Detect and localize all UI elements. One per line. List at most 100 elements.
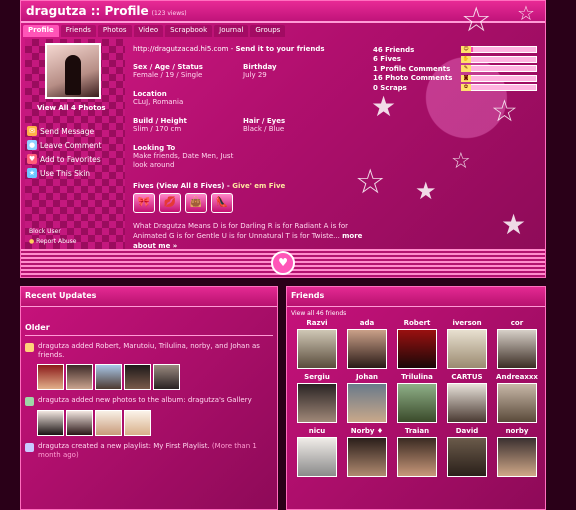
tab-scrapbook[interactable]: Scrapbook xyxy=(165,25,213,37)
looking-to-label: Looking To xyxy=(133,144,176,152)
decorative-star-icon: ☆ xyxy=(461,0,492,40)
tab-profile[interactable]: Profile xyxy=(23,25,59,37)
friend-thumbnail[interactable] xyxy=(95,364,122,390)
album-thumbnail[interactable] xyxy=(95,410,122,436)
leave-comment-button[interactable]: ● Leave Comment xyxy=(27,138,123,152)
friend-photo[interactable] xyxy=(497,383,537,423)
friend-name: Sergiu xyxy=(304,373,330,381)
friend-thumbnail[interactable] xyxy=(153,364,180,390)
friends-icon xyxy=(25,343,34,352)
skin-badge-icon[interactable]: ♥ xyxy=(271,251,295,275)
album-thumbnail[interactable] xyxy=(37,410,64,436)
recent-updates-panel: Recent Updates Older dragutza added Robe… xyxy=(20,286,278,510)
stat-row[interactable]: 16 Photo Comments ◙ xyxy=(373,74,545,84)
tab-friends[interactable]: Friends xyxy=(60,25,96,37)
stat-row[interactable]: 6 Fives ✋ xyxy=(373,55,545,65)
friend-photo[interactable] xyxy=(397,437,437,477)
friend-photo[interactable] xyxy=(447,383,487,423)
friend-card[interactable]: Razvi xyxy=(295,319,339,369)
profile-photo[interactable] xyxy=(45,43,101,99)
friend-photo[interactable] xyxy=(397,329,437,369)
decorative-star-icon: ★ xyxy=(501,208,527,241)
friend-thumbnail[interactable] xyxy=(124,364,151,390)
friend-photo[interactable] xyxy=(347,383,387,423)
friend-photo[interactable] xyxy=(297,383,337,423)
album-thumbnail[interactable] xyxy=(66,410,93,436)
friend-card[interactable]: iverson xyxy=(445,319,489,369)
left-column: View All 4 Photos ✉ Send Message ● Leave C… xyxy=(25,39,125,249)
report-icon: ● xyxy=(29,238,35,245)
use-this-skin-button[interactable]: ★ Use This Skin xyxy=(27,166,123,180)
friend-photo[interactable] xyxy=(297,329,337,369)
friend-card[interactable]: Robert xyxy=(395,319,439,369)
bag-icon[interactable]: 👜 xyxy=(185,193,207,213)
friend-thumbnail[interactable] xyxy=(66,364,93,390)
friend-card[interactable]: David xyxy=(445,427,489,477)
update-text: dragutza added new photos to the album: … xyxy=(38,396,252,404)
send-message-button[interactable]: ✉ Send Message xyxy=(27,124,123,138)
friend-name: Trilulina xyxy=(401,373,433,381)
album-thumbnail[interactable] xyxy=(124,410,151,436)
profile-details: http://dragutzacad.hi5.com - Send it to … xyxy=(133,45,373,251)
stat-row[interactable]: 1 Profile Comments ✎ xyxy=(373,64,545,74)
decorative-star-icon: ☆ xyxy=(451,149,471,174)
bow-icon[interactable]: 🎀 xyxy=(133,193,155,213)
give-five-link[interactable]: Give' em Five xyxy=(232,182,285,190)
report-abuse-link[interactable]: ● Report Abuse xyxy=(29,237,77,247)
block-user-link[interactable]: Block User xyxy=(29,227,77,237)
shoe-icon[interactable]: 👠 xyxy=(211,193,233,213)
tab-journal[interactable]: Journal xyxy=(214,25,249,37)
friend-photo[interactable] xyxy=(397,383,437,423)
friend-card[interactable]: Traian xyxy=(395,427,439,477)
stat-row[interactable]: 46 Friends ☺ xyxy=(373,45,545,55)
friend-photo[interactable] xyxy=(447,329,487,369)
stat-row[interactable]: 0 Scraps ✿ xyxy=(373,83,545,93)
add-to-favorites-button[interactable]: ♥ Add to Favorites xyxy=(27,152,123,166)
friend-card[interactable]: Sergiu xyxy=(295,373,339,423)
friend-card[interactable]: Norby ♦ xyxy=(345,427,389,477)
update-item: dragutza added Robert, Marutoiu, Triluli… xyxy=(21,342,277,360)
fives-prefix: Fives xyxy=(133,182,154,190)
birthday: Birthday July 29 xyxy=(243,63,353,80)
friend-card[interactable]: nicu xyxy=(295,427,339,477)
profile-header-panel: dragutza :: Profile (123 views) Profile F… xyxy=(20,0,546,278)
view-all-friends-link[interactable]: View all 46 friends xyxy=(287,307,545,319)
view-all-photos-link[interactable]: View All 4 Photos xyxy=(37,104,106,112)
update-text: dragutza created a new playlist: My Firs… xyxy=(38,442,210,450)
decorative-star-icon: ☆ xyxy=(491,94,518,129)
star-icon: ★ xyxy=(27,168,37,178)
decorative-star-icon: ☆ xyxy=(517,1,535,25)
friend-name: cor xyxy=(510,319,524,327)
tab-photos[interactable]: Photos xyxy=(97,25,132,37)
friend-photo[interactable] xyxy=(497,437,537,477)
friend-card[interactable]: CARTUS xyxy=(445,373,489,423)
friend-thumbnail[interactable] xyxy=(37,364,64,390)
tab-video[interactable]: Video xyxy=(133,25,164,37)
stat-bar: ✎ xyxy=(461,65,537,73)
use-this-skin-label: Use This Skin xyxy=(40,168,91,178)
friend-card[interactable]: Johan xyxy=(345,373,389,423)
friend-card[interactable]: norby xyxy=(495,427,539,477)
friend-photo[interactable] xyxy=(297,437,337,477)
friend-card[interactable]: Andreaxxx xyxy=(495,373,539,423)
friend-card[interactable]: ada xyxy=(345,319,389,369)
tab-groups[interactable]: Groups xyxy=(250,25,286,37)
sex-age-status: Sex / Age / Status Female / 19 / Single xyxy=(133,63,243,80)
friend-photo[interactable] xyxy=(347,329,387,369)
friend-card[interactable]: Trilulina xyxy=(395,373,439,423)
heart-icon: ♥ xyxy=(27,154,37,164)
friend-name: Norby ♦ xyxy=(350,427,384,435)
friends-panel: Friends View all 46 friends Razvi ada Ro… xyxy=(286,286,546,510)
decorative-star-icon: ★ xyxy=(371,90,397,123)
lips-icon[interactable]: 💋 xyxy=(159,193,181,213)
profile-url[interactable]: http://dragutzacad.hi5.com xyxy=(133,45,228,53)
view-all-fives-link[interactable]: (View All 8 Fives) xyxy=(156,182,224,190)
send-to-friends-link[interactable]: Send it to your friends xyxy=(235,45,324,53)
friend-photo[interactable] xyxy=(347,437,387,477)
friend-photo[interactable] xyxy=(447,437,487,477)
birthday-value: July 29 xyxy=(243,71,267,79)
friend-photo[interactable] xyxy=(497,329,537,369)
friend-card[interactable]: cor xyxy=(495,319,539,369)
comment-icon: ● xyxy=(27,140,37,150)
friend-name: CARTUS xyxy=(451,373,483,381)
